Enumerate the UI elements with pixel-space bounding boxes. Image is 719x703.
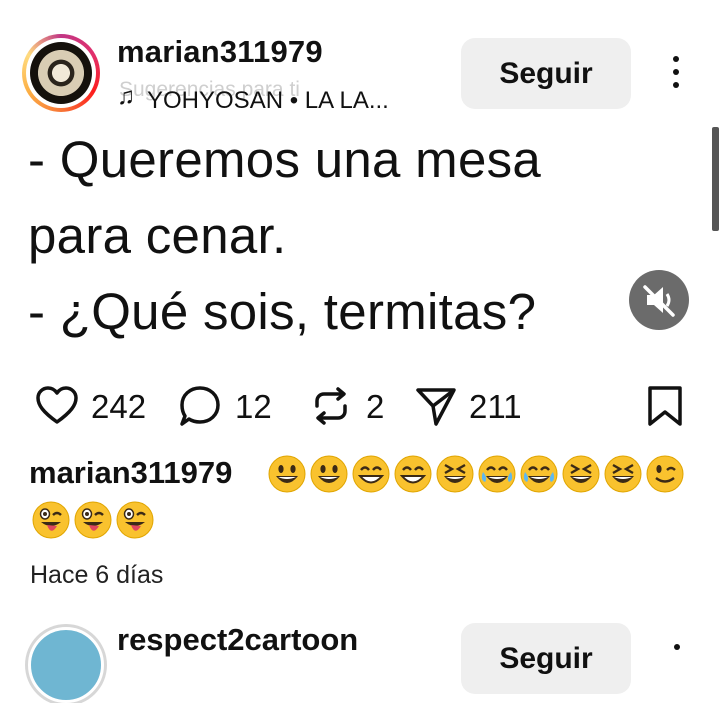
music-note-icon: ♫ xyxy=(117,83,135,110)
repost-icon[interactable] xyxy=(309,384,353,428)
tongue-wink-emoji xyxy=(73,500,113,540)
next-follow-button[interactable]: Seguir xyxy=(461,623,631,694)
username[interactable]: marian311979 xyxy=(117,34,323,70)
next-post-username[interactable]: respect2cartoon xyxy=(117,622,358,658)
grinning-emoji xyxy=(267,454,307,494)
bookmark-icon[interactable] xyxy=(644,384,688,428)
post-time: Hace 6 días xyxy=(30,561,164,589)
laughing-emoji xyxy=(561,454,601,494)
laughing-emoji xyxy=(435,454,475,494)
comment-count[interactable]: 12 xyxy=(235,388,272,426)
laughing-emoji xyxy=(603,454,643,494)
speaker-muted-icon xyxy=(643,285,675,317)
more-options-icon[interactable] xyxy=(664,56,688,96)
avatar-image xyxy=(30,42,92,104)
tongue-wink-emoji xyxy=(31,500,71,540)
post-text-line: para cenar. xyxy=(28,207,287,264)
send-icon[interactable] xyxy=(414,384,458,428)
mute-button[interactable] xyxy=(629,270,689,330)
joy-emoji xyxy=(519,454,559,494)
like-count[interactable]: 242 xyxy=(91,388,146,426)
avatar[interactable] xyxy=(22,34,100,112)
track-name[interactable]: YOHYOSAN • LA LA... xyxy=(147,87,389,115)
scrollbar[interactable] xyxy=(712,127,719,231)
comment-icon[interactable] xyxy=(178,384,222,428)
next-more-options-icon[interactable] xyxy=(674,644,680,650)
beaming-emoji xyxy=(393,454,433,494)
post-text-line: - Queremos una mesa xyxy=(28,131,542,188)
share-count[interactable]: 211 xyxy=(469,388,522,426)
wink-emoji xyxy=(645,454,685,494)
smiley-emoji xyxy=(309,454,349,494)
avatar-border xyxy=(26,38,96,108)
heart-icon[interactable] xyxy=(35,384,79,428)
post-text-line: - ¿Qué sois, termitas? xyxy=(28,283,537,340)
rofl-emoji xyxy=(477,454,517,494)
grin-emoji xyxy=(351,454,391,494)
next-post-avatar[interactable] xyxy=(28,627,104,703)
follow-button[interactable]: Seguir xyxy=(461,38,631,109)
caption-username[interactable]: marian311979 xyxy=(29,455,232,491)
tongue-wink-emoji xyxy=(115,500,155,540)
repost-count[interactable]: 2 xyxy=(366,388,384,426)
